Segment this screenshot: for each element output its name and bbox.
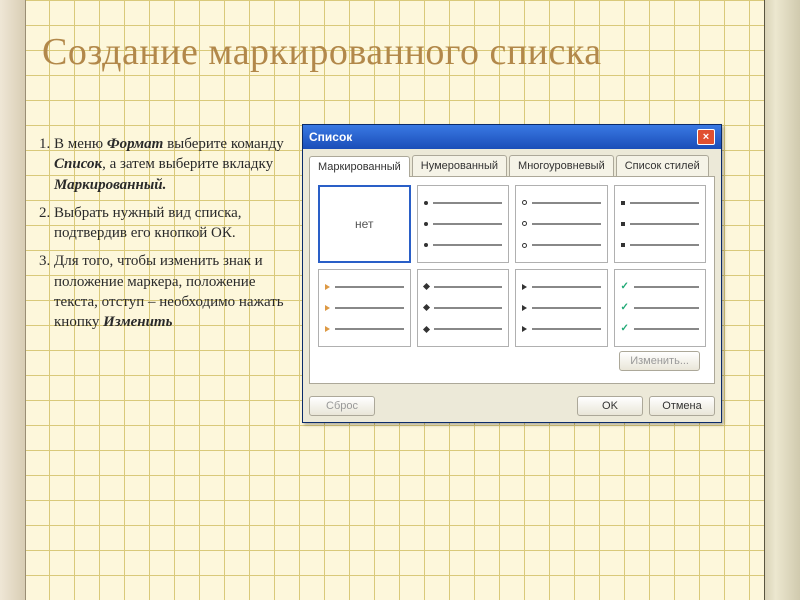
- check-icon: ✓: [621, 282, 629, 292]
- style-arrow[interactable]: [318, 269, 411, 347]
- dialog-footer: Сброс OK Отмена: [303, 390, 721, 422]
- close-icon: ×: [703, 131, 709, 143]
- close-button[interactable]: ×: [697, 129, 715, 145]
- step-2: Выбрать нужный вид списка, подтвердив ег…: [54, 203, 292, 244]
- dialog-list: Список × Маркированный Нумерованный Мног…: [302, 124, 722, 423]
- style-none[interactable]: нет: [318, 185, 411, 263]
- bullet-style-grid: нет: [318, 185, 706, 347]
- dialog-titlebar[interactable]: Список ×: [303, 125, 721, 149]
- step-3: Для того, чтобы изменить знак и положени…: [54, 251, 292, 332]
- tab-numbered[interactable]: Нумерованный: [412, 155, 507, 176]
- dialog-title: Список: [309, 130, 352, 144]
- ruler-graphic: [764, 0, 800, 600]
- tab-multilevel[interactable]: Многоуровневый: [509, 155, 614, 176]
- arrow-icon: [325, 284, 330, 290]
- step-1: В меню Формат выберите команду Список, а…: [54, 134, 292, 195]
- tab-strip: Маркированный Нумерованный Многоуровневы…: [303, 149, 721, 176]
- modify-button[interactable]: Изменить...: [619, 351, 700, 371]
- tab-bulleted[interactable]: Маркированный: [309, 156, 410, 177]
- ok-button[interactable]: OK: [577, 396, 643, 416]
- style-diamond[interactable]: [417, 269, 510, 347]
- circle-icon: [522, 200, 527, 205]
- style-check[interactable]: ✓ ✓ ✓: [614, 269, 707, 347]
- tab-panel: нет: [309, 176, 715, 384]
- binding-strip: [0, 0, 26, 600]
- tab-styles[interactable]: Список стилей: [616, 155, 709, 176]
- style-square[interactable]: [614, 185, 707, 263]
- style-circle[interactable]: [515, 185, 608, 263]
- slide-title: Создание маркированного списка: [42, 30, 754, 74]
- diamond-icon: [422, 283, 429, 290]
- triangle-icon: [522, 284, 527, 290]
- style-triangle[interactable]: [515, 269, 608, 347]
- cancel-button[interactable]: Отмена: [649, 396, 715, 416]
- slide-content: Создание маркированного списка В меню Фо…: [32, 20, 754, 423]
- square-icon: [621, 201, 625, 205]
- disc-icon: [424, 201, 428, 205]
- reset-button[interactable]: Сброс: [309, 396, 375, 416]
- style-disc[interactable]: [417, 185, 510, 263]
- instruction-list: В меню Формат выберите команду Список, а…: [32, 134, 292, 340]
